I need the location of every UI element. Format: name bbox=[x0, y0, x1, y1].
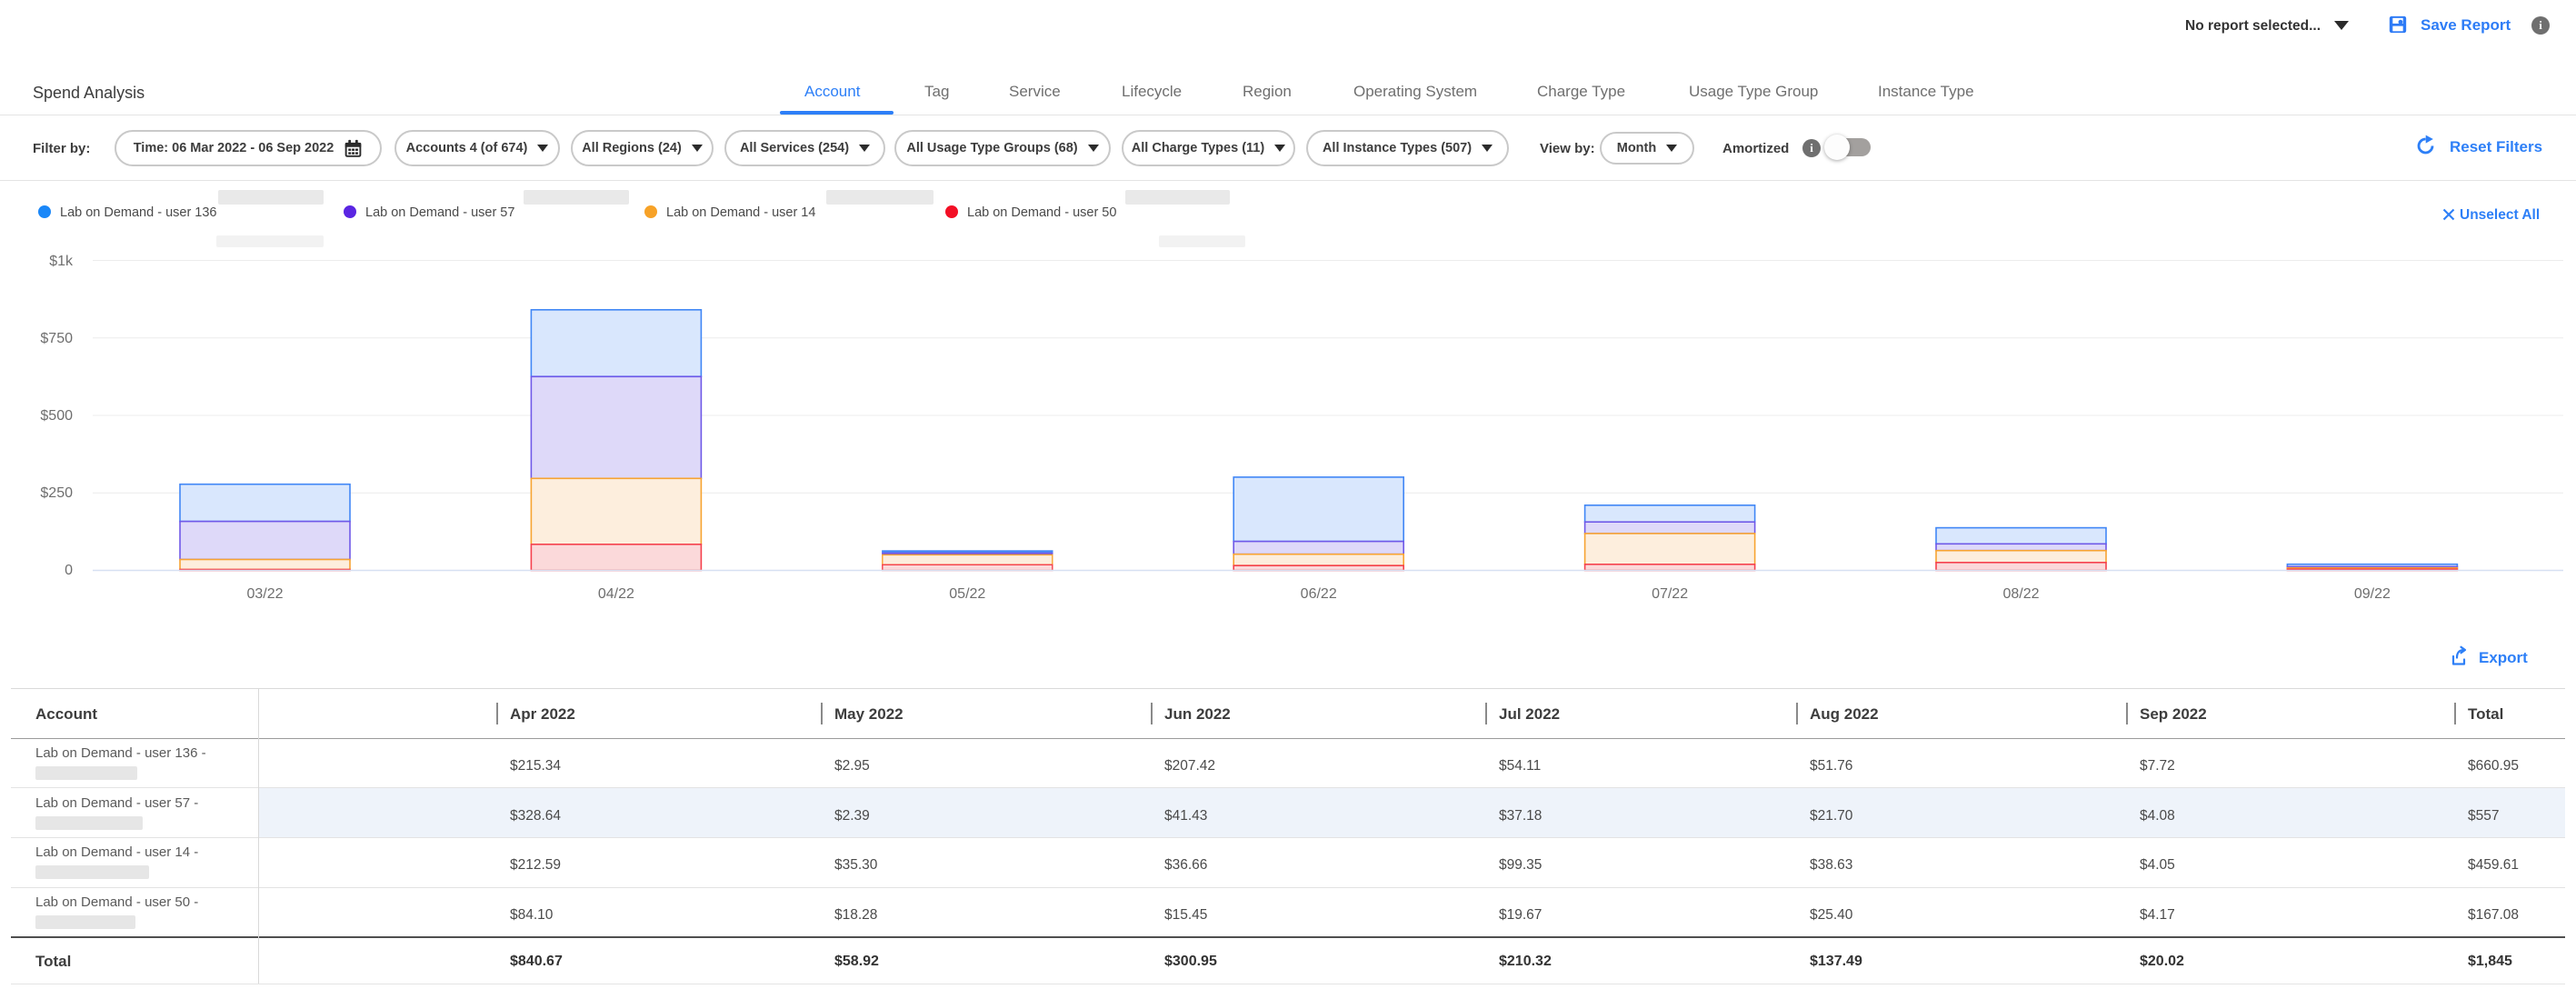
svg-text:0: 0 bbox=[65, 563, 73, 578]
svg-text:$750: $750 bbox=[40, 331, 73, 346]
svg-text:03/22: 03/22 bbox=[246, 586, 283, 602]
svg-text:04/22: 04/22 bbox=[598, 586, 634, 602]
svg-text:$1k: $1k bbox=[49, 254, 74, 269]
svg-text:07/22: 07/22 bbox=[1652, 586, 1688, 602]
svg-text:$250: $250 bbox=[40, 485, 73, 501]
svg-text:06/22: 06/22 bbox=[1301, 586, 1337, 602]
svg-text:05/22: 05/22 bbox=[949, 586, 985, 602]
svg-text:08/22: 08/22 bbox=[2002, 586, 2039, 602]
svg-text:09/22: 09/22 bbox=[2354, 586, 2391, 602]
svg-text:$500: $500 bbox=[40, 408, 73, 424]
